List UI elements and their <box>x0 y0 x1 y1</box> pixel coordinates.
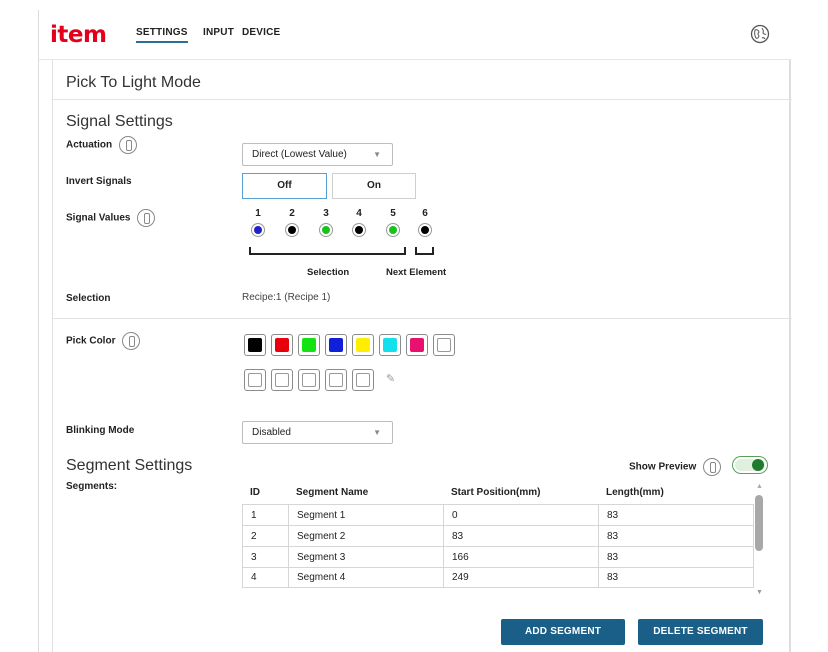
table-cell: 83 <box>443 525 598 546</box>
selection-value: Recipe:1 (Recipe 1) <box>242 292 331 303</box>
table-cell: 4 <box>242 567 288 588</box>
signal-number: 2 <box>289 208 295 219</box>
invert-signals-label: Invert Signals <box>66 176 132 187</box>
segments-table: ID Segment Name Start Position(mm) Lengt… <box>242 480 768 604</box>
pick-color-label: Pick Color <box>66 332 141 350</box>
table-row[interactable]: 3 Segment 3 166 83 <box>242 546 754 567</box>
top-bar: item SETTINGS INPUT DEVICE <box>39 10 791 60</box>
signal-number: 5 <box>390 208 396 219</box>
signal-dot[interactable] <box>418 223 432 237</box>
column-header: Segment Name <box>288 480 443 504</box>
table-cell: 166 <box>443 546 598 567</box>
table-cell: 249 <box>443 567 598 588</box>
add-segment-button[interactable]: ADD SEGMENT <box>501 619 625 645</box>
scroll-up-icon[interactable]: ▲ <box>756 483 763 490</box>
globe-icon[interactable] <box>750 24 770 44</box>
invert-on-button[interactable]: On <box>332 173 416 199</box>
divider <box>53 99 792 100</box>
tab-device[interactable]: DEVICE <box>242 27 280 38</box>
actuation-select[interactable]: Direct (Lowest Value) ▼ <box>242 143 393 166</box>
app-frame: item SETTINGS INPUT DEVICE Pick To Light… <box>38 10 792 652</box>
table-row[interactable]: 4 Segment 4 249 83 <box>242 567 754 588</box>
color-swatch[interactable] <box>325 369 347 391</box>
signal-number: 6 <box>422 208 428 219</box>
signal-values-label: Signal Values <box>66 209 156 227</box>
segment-settings-title: Segment Settings <box>66 457 193 474</box>
toggle-knob <box>752 459 764 471</box>
selection-bracket <box>249 247 406 255</box>
actuation-label: Actuation <box>66 136 138 154</box>
color-swatch[interactable] <box>379 334 401 356</box>
table-cell: Segment 3 <box>288 546 443 567</box>
selection-caption: Selection <box>307 267 350 278</box>
color-swatch[interactable] <box>298 369 320 391</box>
signal-settings-title: Signal Settings <box>66 113 173 130</box>
color-swatch[interactable] <box>244 369 266 391</box>
item-logo: item <box>50 22 107 48</box>
color-swatch[interactable] <box>244 334 266 356</box>
tab-input[interactable]: INPUT <box>203 27 234 38</box>
table-cell: 0 <box>443 504 598 525</box>
show-preview-label: Show Preview <box>629 458 722 476</box>
table-cell: 83 <box>598 504 754 525</box>
blinking-mode-select[interactable]: Disabled ▼ <box>242 421 393 444</box>
table-cell: 83 <box>598 546 754 567</box>
color-swatch[interactable] <box>352 334 374 356</box>
info-icon[interactable] <box>122 332 141 350</box>
table-scrollbar[interactable]: ▲ ▼ <box>753 483 765 599</box>
table-cell: Segment 2 <box>288 525 443 546</box>
info-icon[interactable] <box>137 209 156 227</box>
color-swatch[interactable] <box>271 334 293 356</box>
chevron-down-icon: ▼ <box>373 428 381 437</box>
scroll-down-icon[interactable]: ▼ <box>756 589 763 596</box>
table-cell: Segment 1 <box>288 504 443 525</box>
segments-label: Segments: <box>66 481 118 492</box>
content-card: Pick To Light Mode Signal Settings Actua… <box>52 60 792 652</box>
invert-off-button[interactable]: Off <box>242 173 327 199</box>
chevron-down-icon: ▼ <box>373 150 381 159</box>
color-swatch[interactable] <box>325 334 347 356</box>
divider <box>53 318 792 319</box>
signal-dot[interactable] <box>319 223 333 237</box>
selection-label: Selection <box>66 293 111 304</box>
table-cell: Segment 4 <box>288 567 443 588</box>
signal-dot[interactable] <box>251 223 265 237</box>
table-cell: 2 <box>242 525 288 546</box>
page-title: Pick To Light Mode <box>66 74 201 91</box>
column-header: Start Position(mm) <box>443 480 598 504</box>
table-cell: 1 <box>242 504 288 525</box>
signal-dot[interactable] <box>285 223 299 237</box>
signal-dot[interactable] <box>352 223 366 237</box>
signal-number: 4 <box>356 208 362 219</box>
scroll-thumb[interactable] <box>755 495 763 551</box>
pencil-icon[interactable]: ✎ <box>386 372 395 385</box>
signal-number: 3 <box>323 208 329 219</box>
color-swatch[interactable] <box>406 334 428 356</box>
tab-settings[interactable]: SETTINGS <box>136 27 188 43</box>
column-header: ID <box>242 480 288 504</box>
signal-number: 1 <box>255 208 261 219</box>
color-swatch[interactable] <box>271 369 293 391</box>
delete-segment-button[interactable]: DELETE SEGMENT <box>638 619 763 645</box>
signal-dot[interactable] <box>386 223 400 237</box>
table-row[interactable]: 1 Segment 1 0 83 <box>242 504 754 525</box>
next-element-bracket <box>415 247 434 255</box>
color-swatch[interactable] <box>298 334 320 356</box>
blinking-mode-label: Blinking Mode <box>66 425 135 436</box>
next-element-caption: Next Element <box>386 267 447 278</box>
table-cell: 3 <box>242 546 288 567</box>
info-icon[interactable] <box>703 458 722 476</box>
color-swatch[interactable] <box>352 369 374 391</box>
table-row[interactable]: 2 Segment 2 83 83 <box>242 525 754 546</box>
color-swatch[interactable] <box>433 334 455 356</box>
info-icon[interactable] <box>119 136 138 154</box>
column-header: Length(mm) <box>598 480 754 504</box>
show-preview-toggle[interactable] <box>732 456 768 474</box>
table-cell: 83 <box>598 567 754 588</box>
table-cell: 83 <box>598 525 754 546</box>
